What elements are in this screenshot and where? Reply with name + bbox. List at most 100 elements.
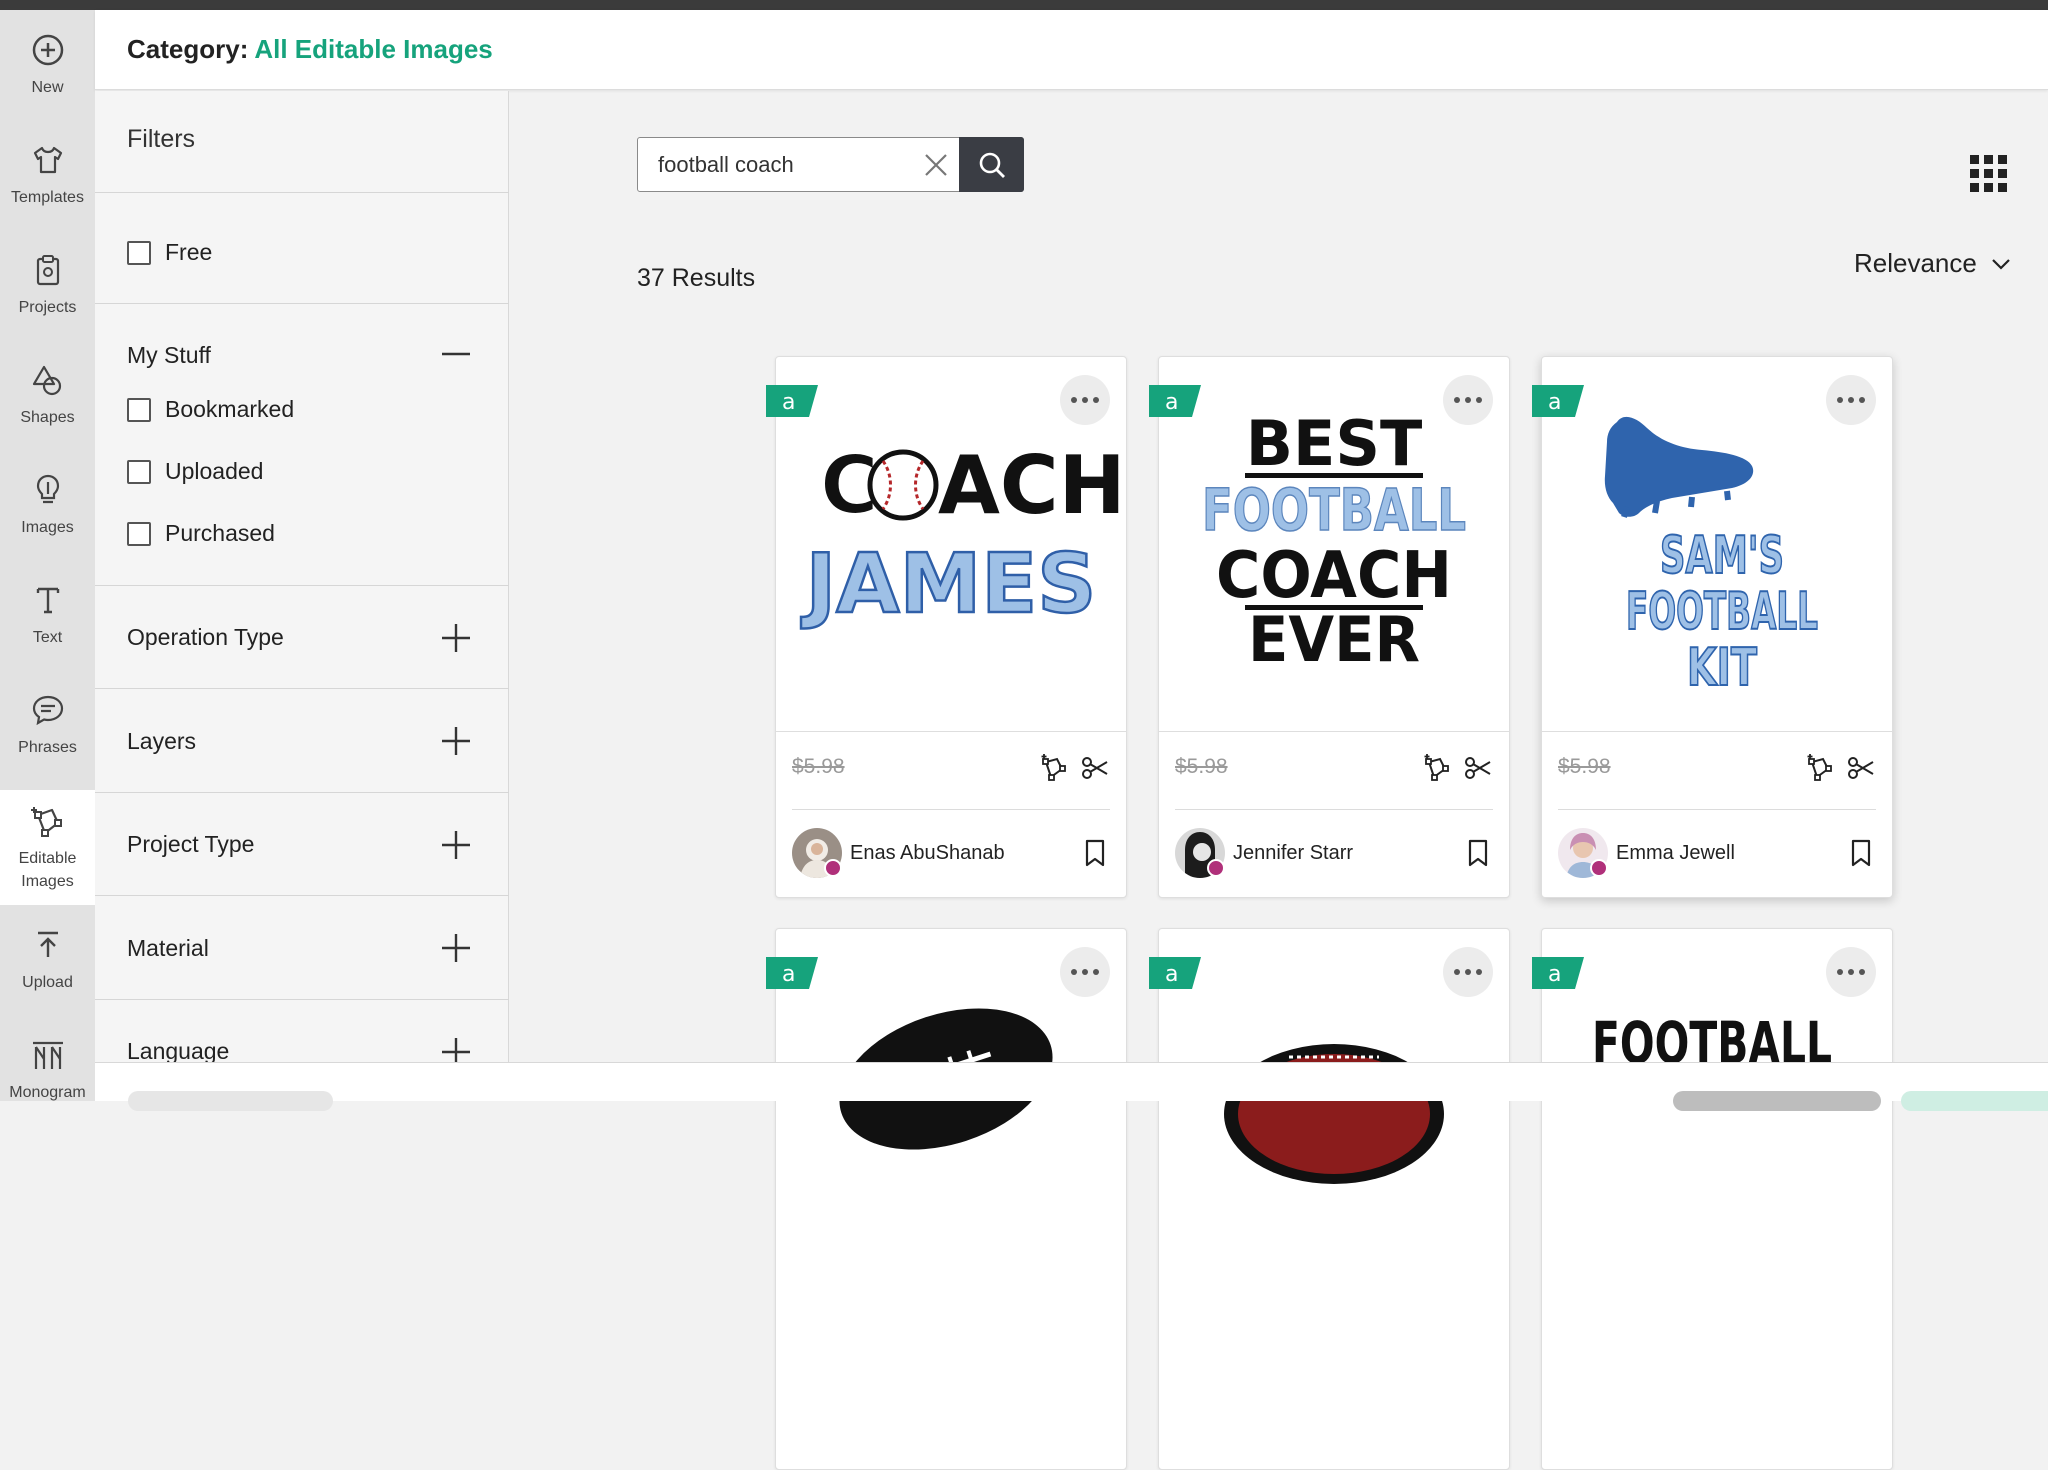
purchased-label: Purchased — [165, 520, 275, 546]
more-options-button[interactable] — [1443, 947, 1493, 997]
more-options-button[interactable] — [1060, 375, 1110, 425]
divider — [95, 792, 509, 793]
access-badge: a — [1149, 957, 1201, 997]
divider — [776, 731, 1126, 732]
search-button[interactable] — [959, 137, 1024, 192]
nav-label: Projects — [18, 298, 77, 316]
access-badge: a — [1532, 385, 1584, 425]
scissors-icon — [1848, 757, 1874, 779]
bookmarked-checkbox[interactable] — [127, 397, 151, 422]
section-language[interactable]: Language — [127, 1038, 229, 1065]
close-icon — [925, 154, 947, 176]
image-card[interactable]: a — [766, 928, 1127, 1470]
uploaded-label: Uploaded — [165, 458, 264, 484]
art-text: ACH — [938, 439, 1126, 532]
image-card[interactable]: a — [1149, 928, 1510, 1470]
nav-upload[interactable]: Upload — [0, 905, 95, 1015]
cancel-button[interactable] — [128, 1091, 333, 1111]
access-badge: a — [766, 385, 818, 425]
filter-purchased[interactable]: Purchased — [127, 520, 275, 547]
image-card[interactable]: C ACH JAMES a $5.98 Enas AbuShanab — [766, 356, 1127, 898]
nav-label: Text — [32, 628, 63, 646]
divider — [95, 585, 509, 586]
expand-project-type-button[interactable] — [439, 828, 473, 862]
bookmark-icon[interactable] — [1463, 838, 1493, 868]
uploaded-checkbox[interactable] — [127, 459, 151, 484]
filter-free[interactable]: Free — [127, 239, 212, 266]
divider — [95, 688, 509, 689]
nav-editable-images[interactable]: Editable Images — [0, 790, 95, 905]
bookmark-icon[interactable] — [1846, 838, 1876, 868]
sort-dropdown[interactable]: Relevance — [1854, 248, 2011, 279]
more-options-button[interactable] — [1826, 947, 1876, 997]
access-badge: a — [1532, 957, 1584, 997]
search-input[interactable] — [638, 138, 928, 191]
primary-action-button[interactable] — [1901, 1091, 2048, 1111]
image-card[interactable]: SAM'S FOOTBALL KIT a $5.98 Emma Jewell — [1532, 356, 1893, 898]
divider — [95, 999, 509, 1000]
author-name[interactable]: Emma Jewell — [1616, 842, 1735, 865]
nav-images[interactable]: Images — [0, 450, 95, 560]
card-price: $5.98 — [1175, 755, 1228, 778]
filters-title: Filters — [127, 125, 196, 153]
nav-monogram[interactable]: Monogram — [0, 1015, 95, 1125]
grid-view-toggle[interactable] — [1968, 153, 2010, 195]
editable-image-icon — [1041, 754, 1066, 781]
nav-new[interactable]: New — [0, 10, 95, 120]
creator-badge — [1590, 859, 1608, 877]
plus-icon — [442, 934, 470, 962]
secondary-action-button[interactable] — [1673, 1091, 1881, 1111]
expand-material-button[interactable] — [439, 931, 473, 965]
section-layers[interactable]: Layers — [127, 728, 196, 755]
art-text: SAM'S — [1660, 526, 1784, 586]
monogram-icon — [32, 1041, 63, 1069]
free-checkbox[interactable] — [127, 240, 151, 265]
section-project-type[interactable]: Project Type — [127, 831, 254, 858]
author-name[interactable]: Jennifer Starr — [1233, 842, 1353, 865]
nav-phrases[interactable]: Phrases — [0, 670, 95, 780]
more-options-button[interactable] — [1826, 375, 1876, 425]
a-icon: a — [1532, 957, 1584, 997]
nav-shapes[interactable]: Shapes — [0, 340, 95, 450]
nav-text[interactable]: Text — [0, 560, 95, 670]
expand-layers-button[interactable] — [439, 724, 473, 758]
art-text: JAMES — [801, 537, 1097, 632]
card-price: $5.98 — [792, 755, 845, 778]
clear-search-button[interactable] — [920, 149, 952, 181]
svg-text:a: a — [1548, 390, 1561, 415]
shapes-icon — [32, 365, 61, 395]
svg-text:a: a — [782, 390, 795, 415]
nav-label: New — [31, 78, 64, 96]
nav-projects[interactable]: Projects — [0, 230, 95, 340]
nav-templates[interactable]: Templates — [0, 120, 95, 230]
filter-uploaded[interactable]: Uploaded — [127, 458, 263, 485]
bookmark-icon[interactable] — [1080, 838, 1110, 868]
clipboard-icon — [36, 254, 59, 285]
free-label: Free — [165, 239, 213, 265]
a-icon: a — [766, 957, 818, 997]
speech-bubble-icon — [32, 695, 63, 725]
plus-circle-icon — [32, 34, 63, 65]
more-options-button[interactable] — [1443, 375, 1493, 425]
plus-icon — [442, 727, 470, 755]
image-card[interactable]: FOOTBALL a — [1532, 928, 1893, 1470]
a-icon: a — [766, 385, 818, 425]
more-options-button[interactable] — [1060, 947, 1110, 997]
author-name[interactable]: Enas AbuShanab — [850, 842, 1005, 865]
divider — [95, 895, 509, 896]
bookmarked-label: Bookmarked — [165, 396, 295, 422]
filter-bookmarked[interactable]: Bookmarked — [127, 396, 294, 423]
purchased-checkbox[interactable] — [127, 521, 151, 546]
grid-icon — [1970, 155, 2007, 192]
page-title: Category: All Editable Images — [127, 34, 493, 65]
section-operation-type[interactable]: Operation Type — [127, 624, 284, 651]
divider — [792, 809, 1110, 810]
svg-text:a: a — [1165, 962, 1178, 987]
image-card[interactable]: BEST FOOTBALL COACH EVER a $5.98 Jennife… — [1149, 356, 1510, 898]
section-material[interactable]: Material — [127, 935, 209, 962]
nav-label: Editable Images — [18, 849, 77, 890]
collapse-my-stuff-button[interactable] — [439, 337, 473, 371]
expand-operation-type-button[interactable] — [439, 621, 473, 655]
category-value[interactable]: All Editable Images — [254, 34, 492, 64]
divider — [1542, 731, 1892, 732]
